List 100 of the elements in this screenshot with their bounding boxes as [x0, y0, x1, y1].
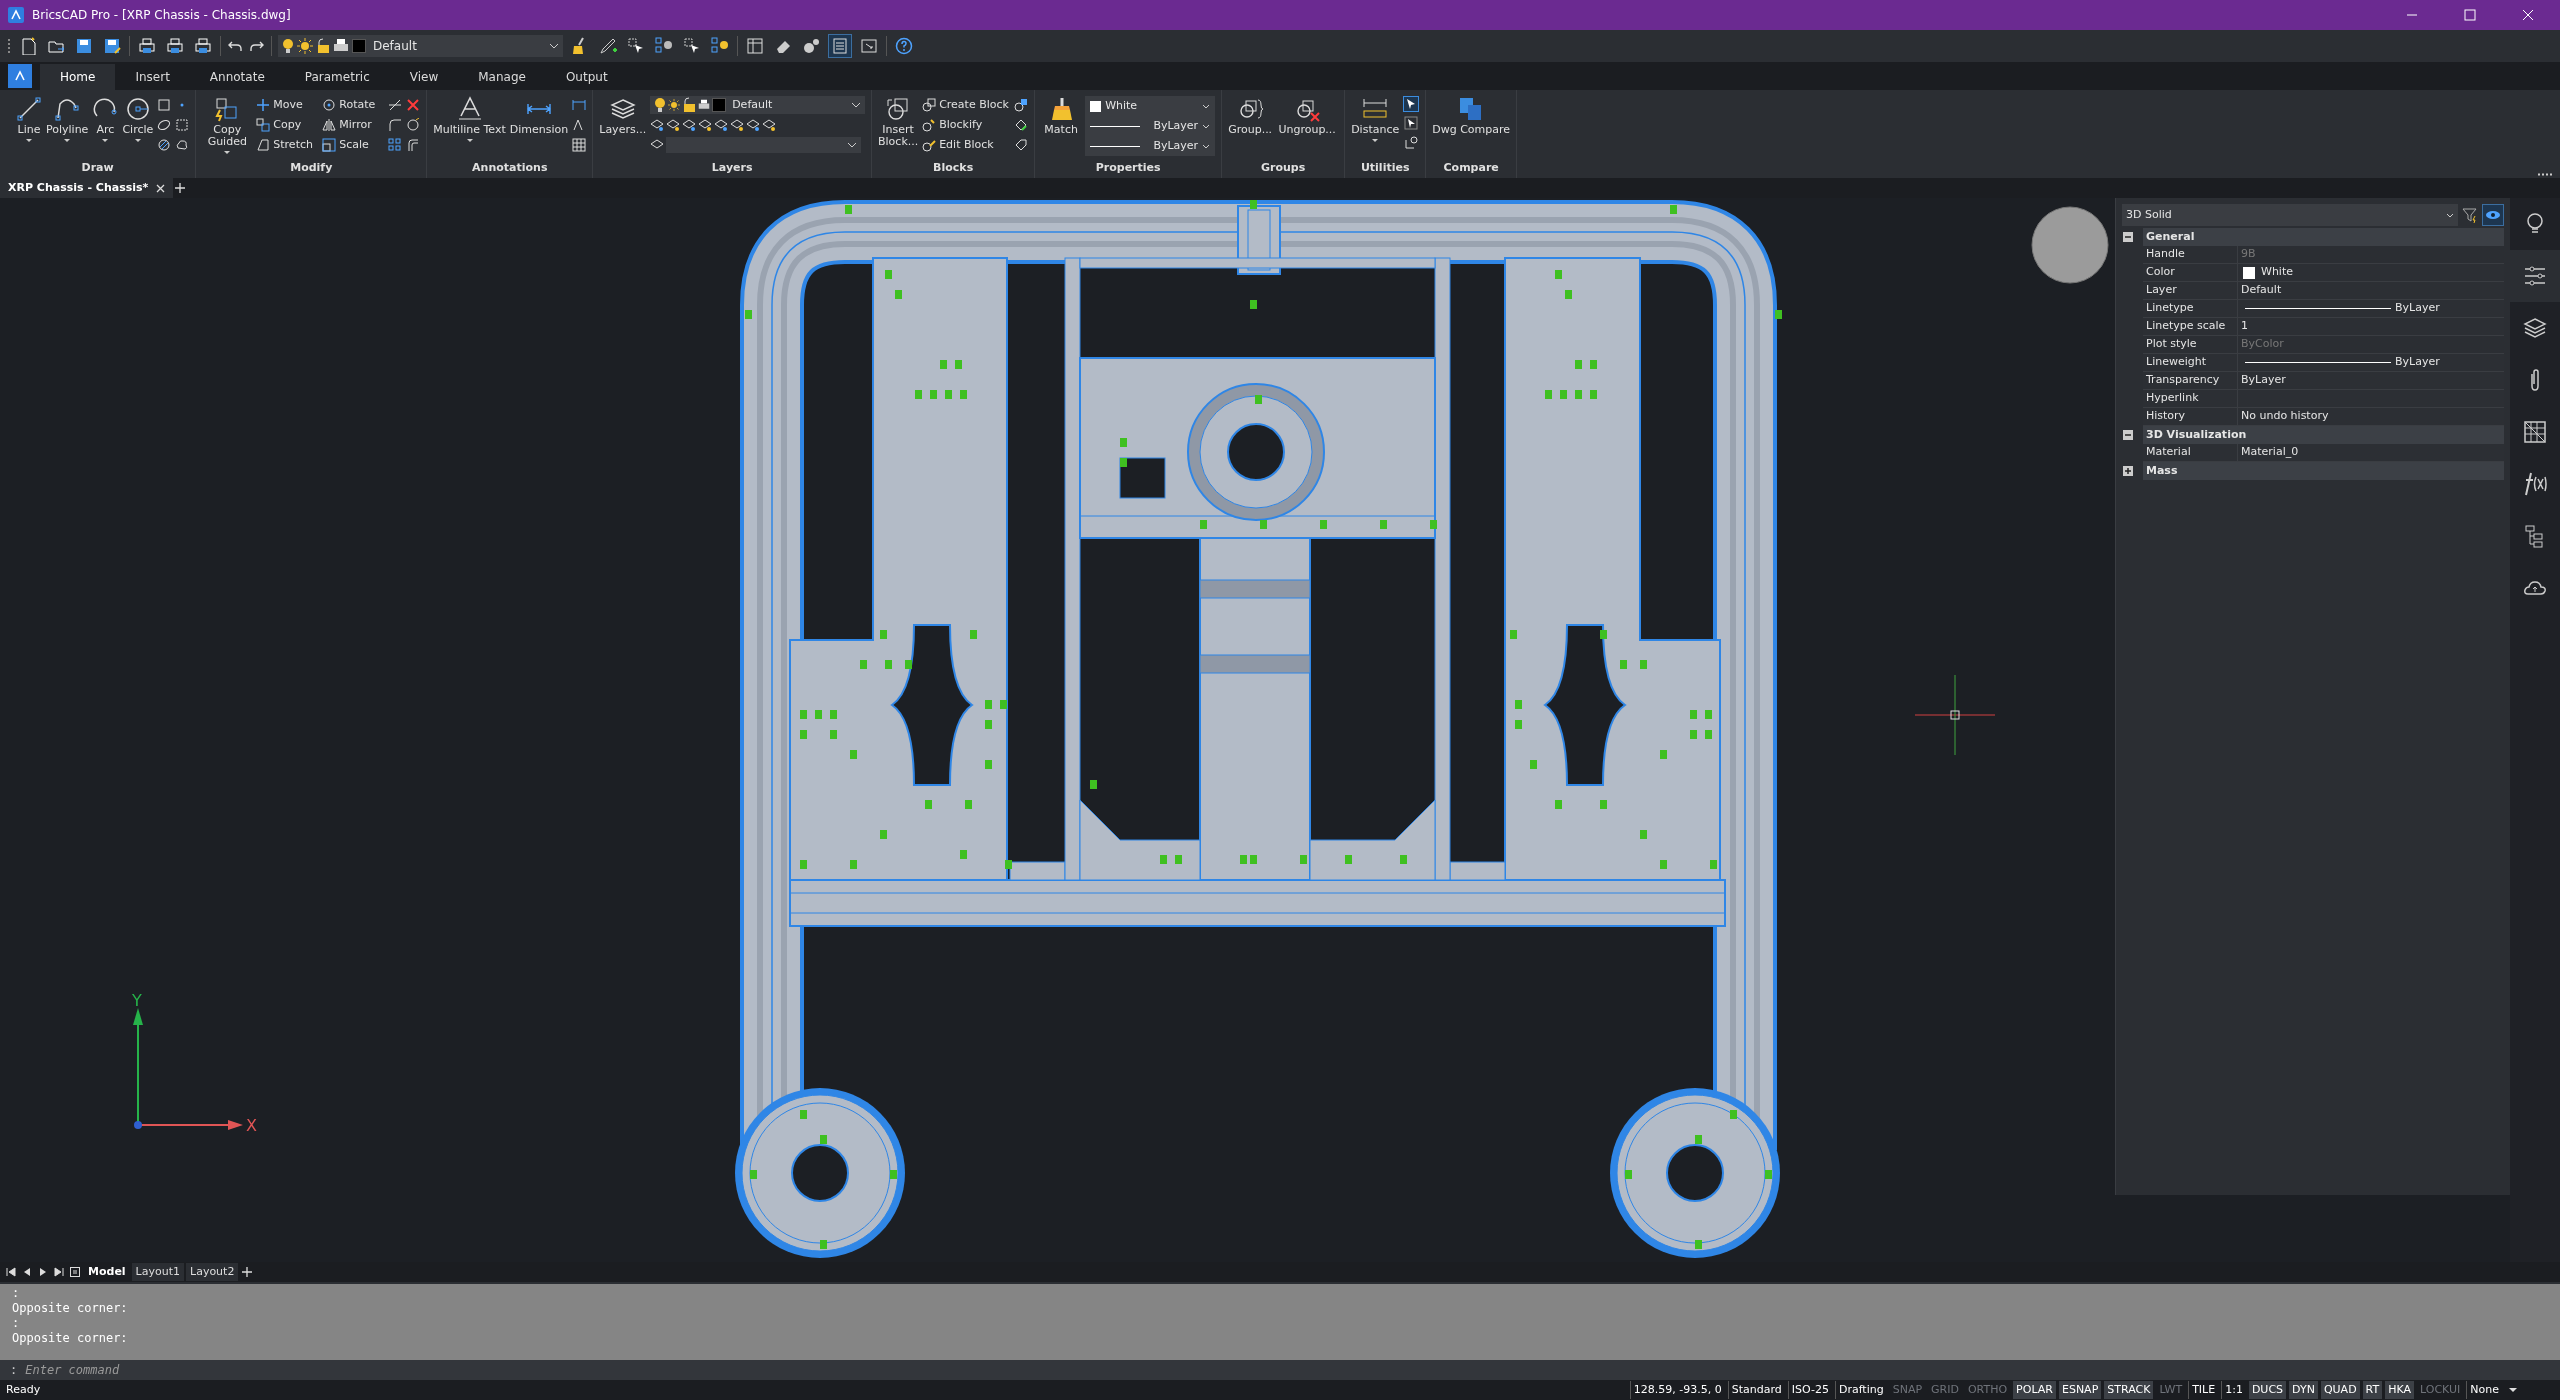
status-toggle[interactable]: ESNAP	[2058, 1381, 2102, 1399]
match-properties-button[interactable]: Match	[1041, 96, 1082, 136]
status-toggle[interactable]: SNAP	[1889, 1381, 1926, 1399]
property-value: 9B	[2241, 246, 2256, 263]
blockify-button[interactable]: Blockify	[922, 116, 1011, 134]
property-label: Linetype	[2143, 300, 2238, 317]
status-field[interactable]: Standard	[1727, 1381, 1785, 1399]
command-history-line: Opposite corner:	[12, 1301, 129, 1316]
section-header: 3D Visualization	[2143, 426, 2504, 444]
axis-label: X	[246, 1116, 257, 1135]
status-toggle[interactable]: DYN	[2289, 1381, 2318, 1399]
ribbon-tab[interactable]: Parametric	[284, 64, 390, 90]
status-field[interactable]: Drafting	[1834, 1381, 1887, 1399]
property-value: ByLayer	[2395, 354, 2440, 371]
property-label: Linetype scale	[2143, 318, 2238, 335]
copy-guided-button[interactable]: Copy Guided	[202, 96, 253, 155]
property-value: Default	[2241, 282, 2282, 299]
property-value: White	[2261, 264, 2293, 281]
property-value: ByColor	[2241, 336, 2284, 353]
status-toggle[interactable]: LWT	[2156, 1381, 2186, 1399]
layers-button[interactable]: Layers...	[599, 96, 647, 136]
status-toggle[interactable]: RT	[2362, 1381, 2383, 1399]
status-toggle[interactable]: STRACK	[2104, 1381, 2154, 1399]
status-toggle[interactable]: QUAD	[2320, 1381, 2360, 1399]
panel-title: Groups	[1261, 159, 1306, 176]
status-toggle[interactable]: ORTHO	[1964, 1381, 2011, 1399]
status-message: Ready	[5, 1381, 42, 1398]
selection-dropdown[interactable]: 3D Solid	[2122, 204, 2458, 226]
layout-tab[interactable]: Layout2	[186, 1263, 239, 1281]
status-toggle[interactable]: HKA	[2385, 1381, 2414, 1399]
status-toggle[interactable]: POLAR	[2013, 1381, 2056, 1399]
create-block-button[interactable]: Create Block	[922, 96, 1011, 114]
property-label: History	[2143, 408, 2238, 425]
status-field[interactable]: None	[2466, 1381, 2502, 1399]
line-button[interactable]: Line	[16, 96, 42, 143]
command-history-line: :	[12, 1316, 21, 1331]
property-label: Layer	[2143, 282, 2238, 299]
property-value: ByLayer	[2395, 300, 2440, 317]
panel-title: Annotations	[472, 159, 548, 176]
ribbon-tab[interactable]: Home	[40, 64, 116, 90]
status-field[interactable]: 128.59, -93.5, 0	[1629, 1381, 1725, 1399]
status-field[interactable]: 1:1	[2221, 1381, 2246, 1399]
section-header: Mass	[2143, 462, 2504, 480]
command-field[interactable]: : Enter command	[0, 1360, 2560, 1380]
ribbon-tab[interactable]: Insert	[115, 64, 190, 90]
panel-title: Layers	[711, 159, 753, 176]
circle-button[interactable]: Circle	[122, 96, 154, 143]
polyline-button[interactable]: Polyline	[46, 96, 89, 143]
property-label: Transparency	[2143, 372, 2238, 389]
section-header: General	[2143, 228, 2504, 246]
edit-block-button[interactable]: Edit Block	[922, 136, 1011, 154]
dimension-button[interactable]: Dimension	[509, 96, 569, 136]
status-toggle[interactable]: DUCS	[2248, 1381, 2287, 1399]
command-input[interactable]: Enter command	[25, 1361, 2550, 1379]
layout-tab[interactable]: Layout1	[131, 1263, 184, 1281]
property-label: Hyperlink	[2143, 390, 2238, 407]
status-toggle[interactable]: LOCKUI	[2417, 1381, 2464, 1399]
dwg-compare-button[interactable]: Dwg Compare	[1432, 96, 1511, 136]
ribbon-tab[interactable]: Manage	[458, 64, 546, 90]
panel-title: Modify	[290, 159, 333, 176]
layer-dropdown[interactable]: Default	[650, 96, 866, 114]
status-toggle[interactable]: GRID	[1928, 1381, 1962, 1399]
document-tab[interactable]: XRP Chassis - Chassis*	[0, 178, 174, 198]
window-title: BricsCAD Pro - [XRP Chassis - Chassis.dwg]	[32, 7, 291, 24]
property-label: Color	[2143, 264, 2238, 281]
panel-title: Compare	[1443, 159, 1499, 176]
property-value: Material_0	[2241, 444, 2299, 461]
panel-title: Properties	[1095, 159, 1161, 176]
move-button[interactable]: Move	[256, 96, 319, 114]
panel-title: Utilities	[1360, 159, 1410, 176]
panel-title: Draw	[81, 159, 114, 176]
stretch-button[interactable]: Stretch	[256, 136, 319, 154]
panel-title: Blocks	[933, 159, 974, 176]
color-dropdown[interactable]: White	[1086, 97, 1215, 115]
property-label: Plot style	[2143, 336, 2238, 353]
ungroup-button[interactable]: Ungroup...	[1276, 96, 1339, 136]
group-button[interactable]: Group...	[1228, 96, 1273, 136]
status-field[interactable]: ISO-25	[1787, 1381, 1832, 1399]
property-value: ByLayer	[2241, 372, 2286, 389]
rotate-button[interactable]: Rotate	[322, 96, 385, 114]
property-value: 1	[2241, 318, 2248, 335]
copy-button[interactable]: Copy	[256, 116, 319, 134]
mirror-button[interactable]: Mirror	[322, 116, 385, 134]
arc-button[interactable]: Arc	[92, 96, 119, 143]
ribbon-tab[interactable]: View	[389, 64, 459, 90]
scale-button[interactable]: Scale	[322, 136, 385, 154]
command-history-line: :	[12, 1286, 21, 1301]
axis-label: Y	[132, 991, 142, 1010]
insert-block-button[interactable]: Insert Block...	[878, 96, 919, 148]
distance-button[interactable]: Distance	[1351, 96, 1400, 143]
command-history-line: Opposite corner:	[12, 1331, 129, 1346]
ribbon-tab[interactable]: Output	[545, 64, 628, 90]
property-label: Material	[2143, 444, 2238, 461]
property-label: Lineweight	[2143, 354, 2238, 371]
layer-dropdown[interactable]: Default	[278, 35, 563, 57]
property-label: Handle	[2143, 246, 2238, 263]
ribbon-tab[interactable]: Annotate	[189, 64, 285, 90]
property-value: No undo history	[2241, 408, 2329, 425]
status-field[interactable]: TILE	[2188, 1381, 2219, 1399]
multiline-text-button[interactable]: Multiline Text	[433, 96, 506, 143]
